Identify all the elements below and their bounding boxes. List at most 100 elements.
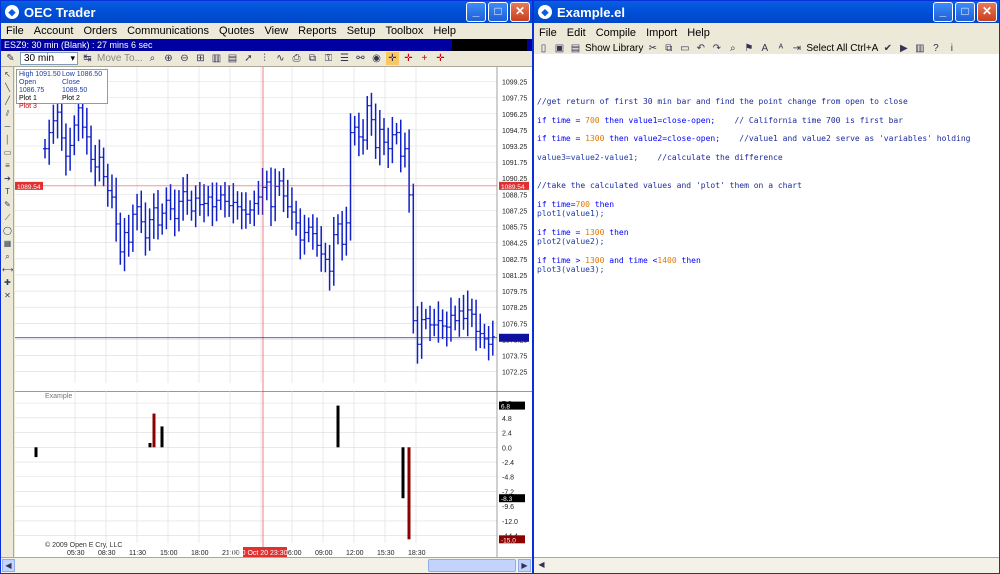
close-button[interactable]: ✕ — [510, 2, 530, 22]
lock-icon[interactable]: ⚿ — [322, 52, 335, 65]
zoom-tool-icon[interactable]: ⌕ — [2, 251, 13, 262]
maximize-button[interactable]: □ — [488, 2, 508, 22]
editor-close-button[interactable]: ✕ — [977, 2, 997, 22]
editor-maximize-button[interactable]: □ — [955, 2, 975, 22]
move-to-icon[interactable]: ↹ — [81, 52, 94, 65]
y-tick-label: 1084.25 — [502, 241, 527, 248]
crosshair-icon[interactable]: ✛ — [402, 52, 415, 65]
crosshair-active-icon[interactable]: ✛ — [385, 52, 399, 65]
editor-minimize-button[interactable]: _ — [933, 2, 953, 22]
menu-file[interactable]: File — [3, 25, 31, 37]
info-plot2: Plot 2 — [62, 95, 80, 102]
code-token: then — [604, 228, 629, 237]
indicator-bar — [407, 447, 411, 540]
cursor-icon[interactable]: ➚ — [242, 52, 255, 65]
menu-view[interactable]: View — [262, 25, 296, 37]
y-tick-label: 1081.25 — [502, 273, 527, 280]
code-token: //take the calculated values and 'plot' … — [537, 181, 802, 190]
price-chart[interactable]: 1099.25 1097.75 1096.25 1094.75 1093.25 1091.… — [15, 67, 533, 392]
editor-menu-compile[interactable]: Compile — [593, 27, 643, 39]
interval-select[interactable]: 30 min — [20, 52, 78, 65]
code-line: //take the calculated values and 'plot' … — [537, 181, 802, 190]
minimize-button[interactable]: _ — [466, 2, 486, 22]
chart-background — [15, 67, 532, 392]
oec-titlebar[interactable]: ◆ OEC Trader _ □ ✕ — [1, 1, 532, 23]
marker-tool-icon[interactable]: ✚ — [2, 277, 13, 288]
editor-menu-file[interactable]: File — [536, 27, 564, 39]
eye-icon[interactable]: ◉ — [370, 52, 383, 65]
show-library-button[interactable]: Show Library — [585, 43, 643, 54]
hline-tool-icon[interactable]: ─ — [2, 121, 13, 132]
move-to-dropdown[interactable]: Move To... — [97, 53, 143, 64]
ellipse-tool-icon[interactable]: ◯ — [2, 225, 13, 236]
zoom-in-icon[interactable]: ⊕ — [162, 52, 175, 65]
chart-type2-icon[interactable]: ▤ — [226, 52, 239, 65]
menu-account[interactable]: Account — [31, 25, 81, 37]
chart-type-icon[interactable]: ▥ — [210, 52, 223, 65]
chart-hscrollbar[interactable]: ◀ ▶ — [1, 557, 532, 573]
crosshair-time-label: 21:00 Oct 20 23:30 — [228, 550, 288, 557]
copyright-text: © 2009 Open E Cry, LLC — [45, 542, 123, 549]
delete-tool-icon[interactable]: ✕ — [2, 290, 13, 301]
scroll-left-arrow[interactable]: ◀ — [2, 559, 15, 572]
rect-tool-icon[interactable]: ▭ — [2, 147, 13, 158]
arrow-tool-icon[interactable]: ➔ — [2, 173, 13, 184]
fib-tool-icon[interactable]: ≡ — [2, 160, 13, 171]
channel-tool-icon[interactable]: ⫽ — [2, 108, 13, 119]
link-icon[interactable]: ⚯ — [354, 52, 367, 65]
editor-menu-import[interactable]: Import — [643, 27, 684, 39]
x-tick-label: 18:00 — [191, 550, 209, 557]
x-tick-label: 05:30 — [67, 550, 85, 557]
fan-tool-icon[interactable]: ⟋ — [2, 212, 13, 223]
editor-scroll-left-arrow[interactable]: ◀ — [535, 559, 548, 572]
oec-menubar: File Account Orders Communications Quote… — [1, 23, 532, 39]
editor-hscrollbar[interactable]: ◀ — [534, 557, 999, 573]
menu-communications[interactable]: Communications — [124, 25, 216, 37]
editor-menu-edit[interactable]: Edit — [564, 27, 593, 39]
zoom-out-icon[interactable]: ⊖ — [178, 52, 191, 65]
pointer-icon[interactable]: ↖ — [2, 69, 13, 80]
code-line: if time = 1300 then — [537, 228, 629, 237]
code-editor[interactable]: //get return of first 30 min bar and fin… — [534, 54, 999, 558]
menu-toolbox[interactable]: Toolbox — [382, 25, 430, 37]
pencil-tool-icon[interactable]: ✎ — [2, 199, 13, 210]
text-tool-icon[interactable]: T — [2, 186, 13, 197]
properties-icon[interactable]: ☰ — [338, 52, 351, 65]
copy-icon[interactable]: ⧉ — [306, 52, 319, 65]
trendline-tool-icon[interactable]: ╱ — [2, 95, 13, 106]
menu-orders[interactable]: Orders — [80, 25, 124, 37]
y-tick-label: 1099.25 — [502, 80, 527, 87]
indicator-bar — [152, 413, 156, 448]
cross-icon[interactable]: ✛ — [434, 52, 447, 65]
code-token: 700 — [585, 116, 600, 125]
menu-quotes[interactable]: Quotes — [216, 25, 261, 37]
editor-titlebar[interactable]: ◆ Example.el _ □ ✕ — [534, 1, 999, 23]
chart-settings-icon[interactable]: ✎ — [4, 52, 17, 65]
bar-style-icon[interactable]: ⫶ — [258, 52, 271, 65]
scroll-thumb[interactable] — [428, 559, 516, 572]
info-high: High 1091.50 — [19, 71, 61, 78]
menu-reports[interactable]: Reports — [295, 25, 344, 37]
indicator-icon[interactable]: ∿ — [274, 52, 287, 65]
zoom-search-icon[interactable]: ⌕ — [146, 52, 159, 65]
menu-help[interactable]: Help — [430, 25, 463, 37]
menu-setup[interactable]: Setup — [344, 25, 383, 37]
code-token: and time < — [604, 256, 658, 265]
vline-tool-icon[interactable]: │ — [2, 134, 13, 145]
print-icon[interactable]: ⎙ — [290, 52, 303, 65]
editor-menu-help[interactable]: Help — [684, 27, 717, 39]
code-token: if time > — [537, 256, 586, 265]
line-tool-icon[interactable]: ╲ — [2, 82, 13, 93]
indicator-chart[interactable]: Example7.24.82.40.0-2.4-4.8-7.2-9.6-12.0… — [15, 391, 533, 559]
add-icon[interactable]: + — [418, 52, 431, 65]
code-line: plot1(value1); — [537, 209, 604, 218]
scroll-right-arrow[interactable]: ▶ — [518, 559, 531, 572]
zoom-fit-icon[interactable]: ⊞ — [194, 52, 207, 65]
y-tick-label: 1088.75 — [502, 192, 527, 199]
ind-y-tick-label: 0.0 — [502, 445, 512, 452]
y-tick-label: 1093.25 — [502, 144, 527, 151]
ind-y-tick-label: -2.4 — [502, 460, 514, 467]
measure-tool-icon[interactable]: ⟷ — [2, 264, 13, 275]
select-all-button[interactable]: Select All Ctrl+A — [806, 43, 878, 54]
grid-tool-icon[interactable]: ▦ — [2, 238, 13, 249]
